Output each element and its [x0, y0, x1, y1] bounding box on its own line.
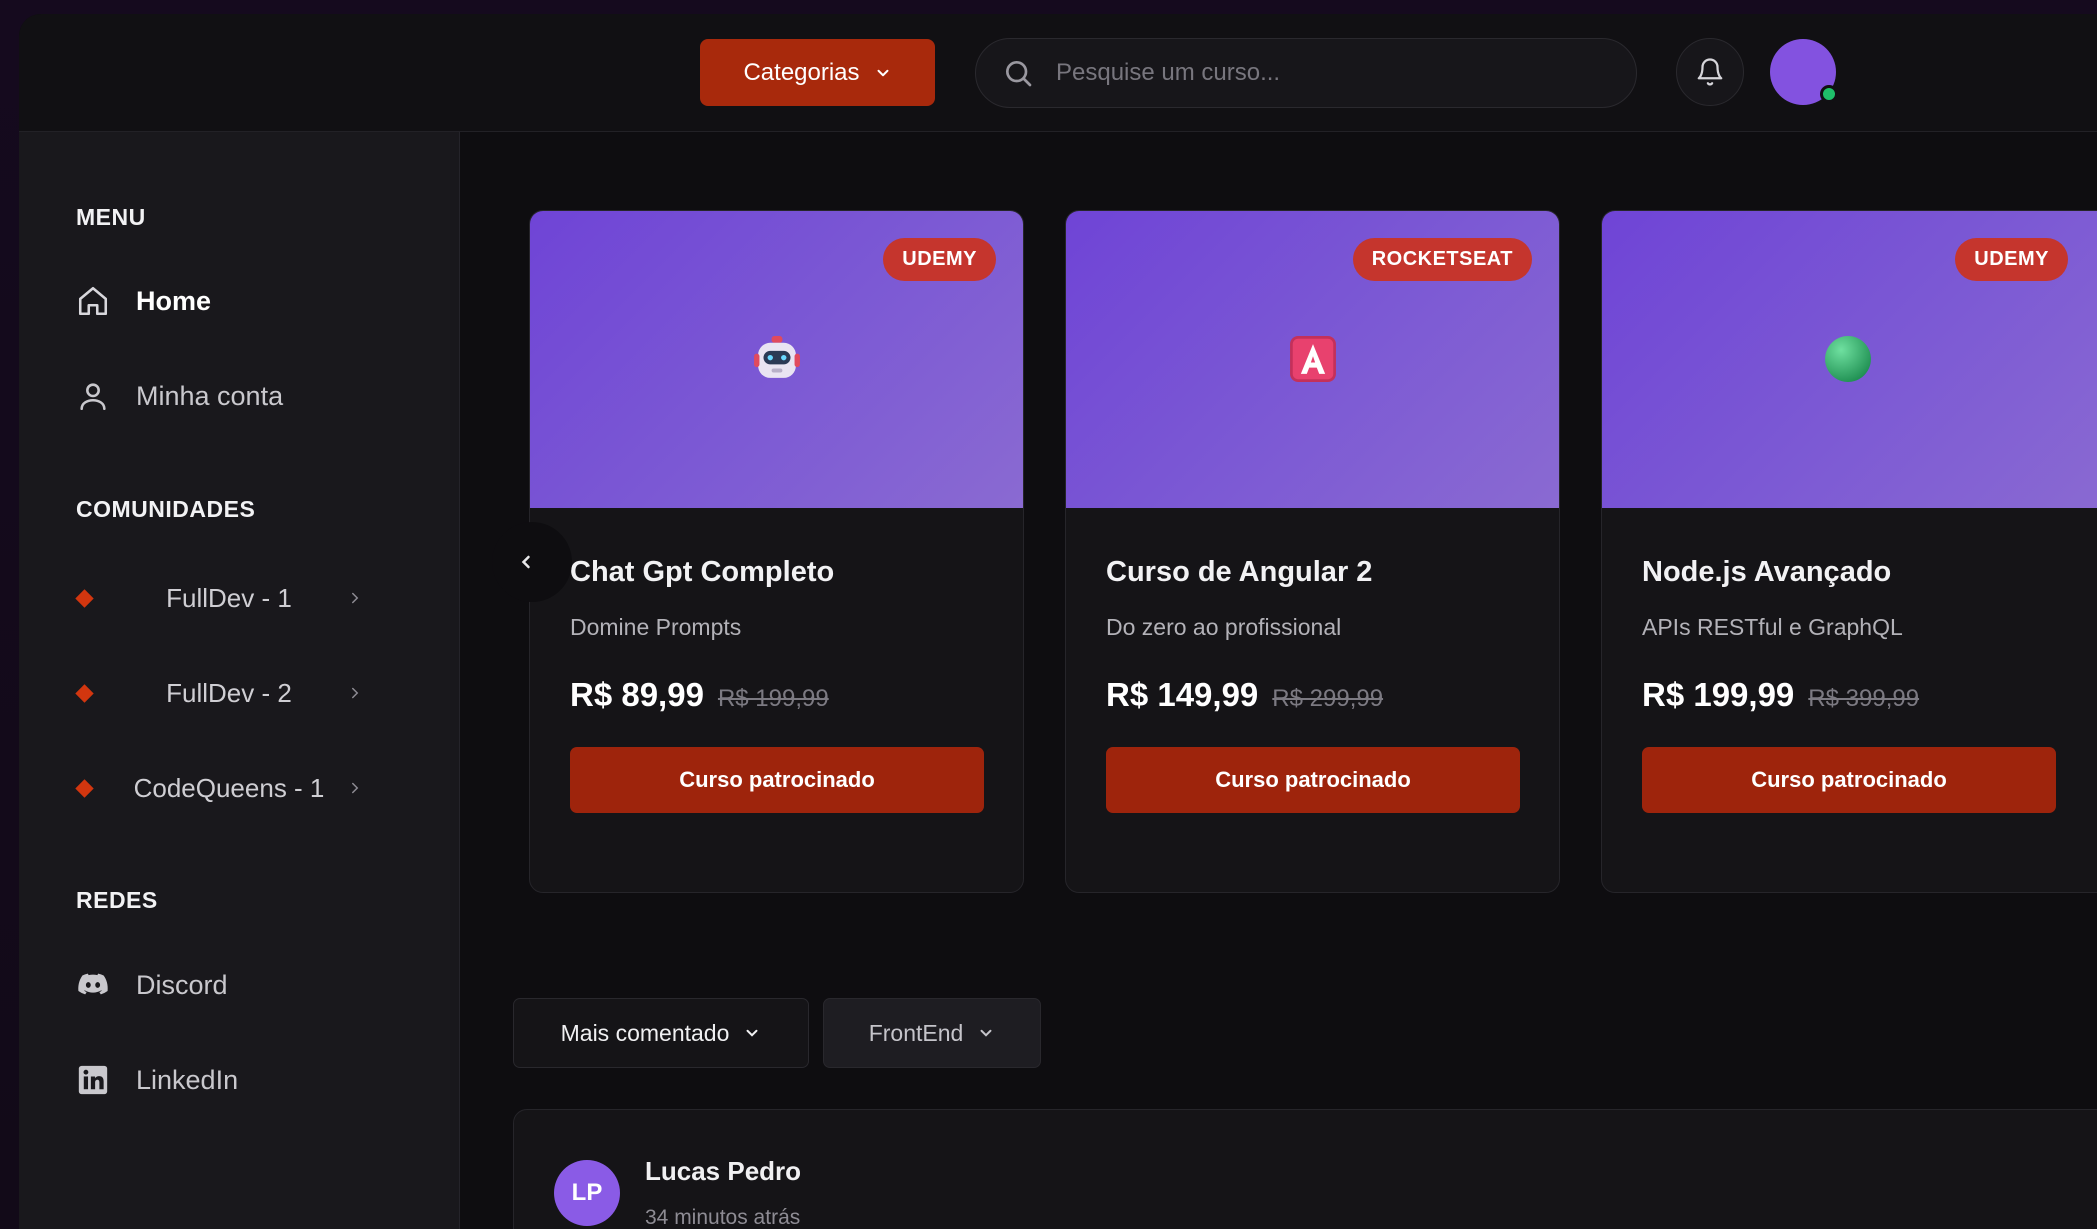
community-label: FullDev - 1: [166, 582, 292, 613]
post-author-avatar[interactable]: LP: [554, 1160, 620, 1226]
online-status-indicator: [1820, 85, 1838, 103]
course-price: R$ 89,99: [570, 676, 704, 713]
course-card[interactable]: UDEMY Node.js Avançado APIs RESTful e Gr…: [1601, 210, 2097, 893]
community-item-codequeens-1[interactable]: CodeQueens - 1: [75, 768, 406, 808]
course-card[interactable]: ROCKETSEAT Curso de Angular 2 Do zero ao…: [1065, 210, 1560, 893]
course-price: R$ 149,99: [1106, 676, 1259, 713]
post-author-name[interactable]: Lucas Pedro: [645, 1156, 801, 1187]
chevron-down-icon: [980, 1029, 992, 1037]
course-subtitle: Domine Prompts: [570, 614, 742, 640]
platform-badge: ROCKETSEAT: [1352, 238, 1532, 281]
search-input[interactable]: [1056, 59, 1596, 87]
sidebar-item-label: Minha conta: [136, 380, 284, 411]
post-timestamp: 34 minutos atrás: [645, 1206, 801, 1229]
green-circle-icon: [1825, 336, 1871, 382]
sort-label: Mais comentado: [560, 1019, 730, 1046]
sort-dropdown[interactable]: Mais comentado: [513, 998, 809, 1068]
robot-icon: [753, 336, 800, 378]
chevron-right-icon: [352, 782, 359, 794]
platform-badge: UDEMY: [883, 238, 996, 281]
categories-dropdown-button[interactable]: Categorias: [700, 39, 935, 106]
post-card[interactable]: LP Lucas Pedro 34 minutos atrás: [513, 1109, 2097, 1229]
course-old-price: R$ 199,99: [717, 685, 829, 712]
community-label: CodeQueens - 1: [133, 772, 325, 803]
course-old-price: R$ 399,99: [1808, 685, 1920, 712]
user-avatar[interactable]: [1770, 39, 1838, 105]
sidebar: MENU Home Minha conta COMUNIDADES FullDe…: [19, 132, 460, 1229]
user-icon: [80, 383, 106, 411]
sidebar-item-label: Home: [136, 285, 212, 316]
sponsored-course-button[interactable]: Curso patrocinado: [570, 747, 984, 813]
chevron-right-icon: [352, 687, 359, 699]
notifications-button[interactable]: [1676, 38, 1744, 106]
discord-icon: [78, 973, 108, 995]
bell-icon: [1697, 58, 1723, 86]
sidebar-item-home[interactable]: Home: [76, 284, 211, 318]
price-row: R$ 89,99 R$ 199,99: [570, 676, 829, 714]
sidebar-item-label: LinkedIn: [136, 1064, 239, 1095]
sidebar-item-minha-conta[interactable]: Minha conta: [76, 379, 283, 413]
course-price: R$ 199,99: [1642, 676, 1795, 713]
networks-section-title: REDES: [76, 887, 158, 913]
chevron-left-icon: [521, 555, 530, 569]
platform-badge: UDEMY: [1955, 238, 2068, 281]
course-title: Node.js Avançado: [1642, 556, 1892, 588]
sidebar-item-linkedin[interactable]: LinkedIn: [76, 1063, 238, 1097]
topic-label: FrontEnd: [868, 1019, 964, 1046]
linkedin-icon: [78, 1065, 108, 1095]
chevron-down-icon: [877, 69, 889, 76]
community-item-fulldev-2[interactable]: FullDev - 2: [75, 673, 406, 713]
course-title: Chat Gpt Completo: [570, 556, 835, 588]
sponsored-course-button[interactable]: Curso patrocinado: [1642, 747, 2056, 813]
course-subtitle: APIs RESTful e GraphQL: [1642, 614, 1903, 640]
menu-section-title: MENU: [76, 204, 146, 230]
search-bar[interactable]: [975, 38, 1637, 108]
price-row: R$ 199,99 R$ 399,99: [1642, 676, 1919, 714]
sponsored-course-button[interactable]: Curso patrocinado: [1106, 747, 1520, 813]
chevron-down-icon: [746, 1029, 758, 1037]
course-title: Curso de Angular 2: [1106, 556, 1373, 588]
top-header: Categorias: [19, 14, 2097, 132]
sidebar-item-label: Discord: [136, 969, 228, 1000]
categories-label: Categorias: [743, 58, 860, 86]
course-old-price: R$ 299,99: [1272, 685, 1384, 712]
course-card[interactable]: UDEMY Chat Gpt Completo Domine Prompts R…: [529, 210, 1024, 893]
carousel-prev-button[interactable]: [492, 522, 572, 602]
topic-dropdown[interactable]: FrontEnd: [823, 998, 1041, 1068]
search-icon: [1006, 61, 1032, 87]
chevron-right-icon: [352, 592, 359, 604]
course-subtitle: Do zero ao profissional: [1106, 614, 1342, 640]
sidebar-item-discord[interactable]: Discord: [76, 968, 228, 1002]
price-row: R$ 149,99 R$ 299,99: [1106, 676, 1383, 714]
communities-section-title: COMUNIDADES: [76, 496, 256, 522]
angular-logo-icon: [1289, 336, 1336, 382]
app-window: Categorias MENU Home Minha conta COMUNID…: [19, 14, 2097, 1229]
community-item-fulldev-1[interactable]: FullDev - 1: [75, 578, 406, 618]
community-label: FullDev - 2: [166, 677, 292, 708]
home-icon: [78, 286, 108, 316]
